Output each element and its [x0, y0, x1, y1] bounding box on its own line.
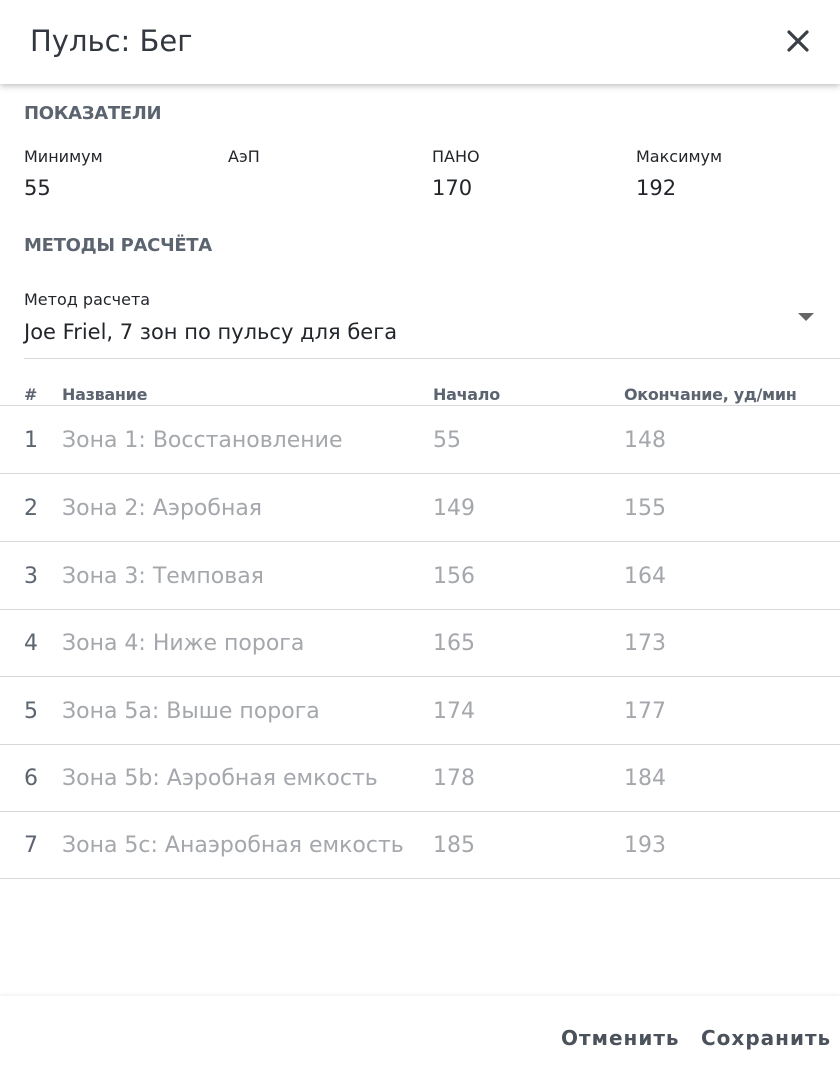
- table-row[interactable]: 1 Зона 1: Восстановление 55 148: [0, 406, 840, 474]
- zone-end: 148: [624, 428, 666, 453]
- stat-min-value: 55: [24, 176, 51, 200]
- table-row[interactable]: 3 Зона 3: Темповая 156 164: [0, 542, 840, 610]
- zone-start: 55: [433, 428, 461, 453]
- zone-name: Зона 3: Темповая: [62, 564, 264, 589]
- indicators-section-title: ПОКАЗАТЕЛИ: [24, 103, 162, 124]
- method-select-label: Метод расчета: [24, 290, 151, 309]
- stat-pano-value: 170: [432, 176, 473, 200]
- zone-end: 164: [624, 564, 666, 589]
- zone-end: 193: [624, 833, 666, 858]
- close-button[interactable]: [780, 24, 816, 60]
- stat-max-label: Максимум: [636, 147, 723, 166]
- zone-name: Зона 5b: Аэробная емкость: [62, 766, 378, 791]
- close-icon: [787, 30, 809, 52]
- stat-max-value: 192: [636, 176, 677, 200]
- cancel-button[interactable]: Отменить: [561, 1026, 680, 1050]
- zone-start: 174: [433, 699, 475, 724]
- zone-end: 173: [624, 631, 666, 656]
- column-header-number: #: [24, 385, 38, 404]
- dropdown-arrow-icon[interactable]: [798, 313, 814, 321]
- zone-name: Зона 4: Ниже порога: [62, 631, 305, 656]
- zone-start: 156: [433, 564, 475, 589]
- zone-number: 5: [24, 699, 38, 724]
- zone-end: 177: [624, 699, 666, 724]
- zone-number: 3: [24, 564, 38, 589]
- method-select-underline: [24, 358, 840, 359]
- zone-start: 165: [433, 631, 475, 656]
- column-header-end: Окончание, уд/мин: [624, 385, 797, 404]
- zone-name: Зона 1: Восстановление: [62, 428, 343, 453]
- dialog-footer: Отменить Сохранить: [0, 996, 840, 1080]
- zone-name: Зона 5а: Выше порога: [62, 699, 320, 724]
- zone-number: 2: [24, 496, 38, 521]
- stat-aep-label: АэП: [228, 147, 260, 166]
- stat-min-label: Минимум: [24, 147, 103, 166]
- column-header-start: Начало: [433, 385, 500, 404]
- table-row[interactable]: 6 Зона 5b: Аэробная емкость 178 184: [0, 744, 840, 812]
- method-select[interactable]: Joe Friel, 7 зон по пульсу для бега: [24, 320, 397, 344]
- stat-pano-label: ПАНО: [432, 147, 480, 166]
- zone-number: 6: [24, 766, 38, 791]
- column-header-name: Название: [62, 385, 148, 404]
- zone-start: 185: [433, 833, 475, 858]
- table-row[interactable]: 5 Зона 5а: Выше порога 174 177: [0, 677, 840, 745]
- table-row[interactable]: 2 Зона 2: Аэробная 149 155: [0, 474, 840, 542]
- zone-end: 184: [624, 766, 666, 791]
- zone-start: 149: [433, 496, 475, 521]
- table-row[interactable]: 4 Зона 4: Ниже порога 165 173: [0, 609, 840, 677]
- zone-start: 178: [433, 766, 475, 791]
- zone-number: 1: [24, 428, 38, 453]
- zone-number: 4: [24, 631, 38, 656]
- zone-name: Зона 5c: Анаэробная емкость: [62, 833, 404, 858]
- methods-section-title: МЕТОДЫ РАСЧЁТА: [24, 235, 212, 256]
- zone-number: 7: [24, 833, 38, 858]
- zone-name: Зона 2: Аэробная: [62, 496, 263, 521]
- table-row[interactable]: 7 Зона 5c: Анаэробная емкость 185 193: [0, 811, 840, 879]
- save-button[interactable]: Сохранить: [701, 1026, 831, 1050]
- heart-rate-dialog: Пульс: Бег ПОКАЗАТЕЛИ Минимум 55 АэП ПАН…: [0, 0, 840, 1080]
- zone-end: 155: [624, 496, 666, 521]
- dialog-title: Пульс: Бег: [30, 24, 193, 58]
- dialog-header: Пульс: Бег: [0, 0, 840, 84]
